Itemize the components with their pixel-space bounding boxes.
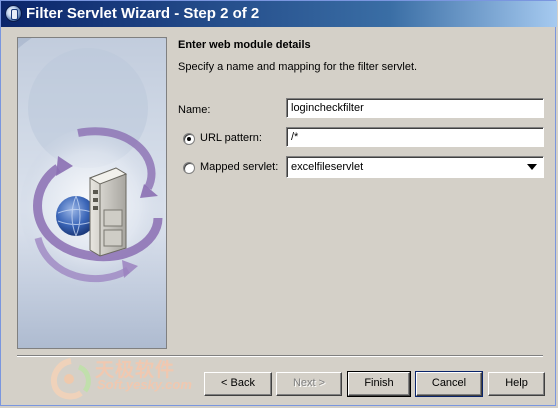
title-bar[interactable]: Filter Servlet Wizard - Step 2 of 2 — [1, 1, 557, 27]
cancel-button[interactable]: Cancel — [415, 371, 483, 397]
mapped-servlet-radio[interactable] — [183, 162, 195, 174]
url-pattern-radio[interactable] — [183, 133, 195, 145]
wizard-window: Filter Servlet Wizard - Step 2 of 2 Ente… — [0, 0, 557, 406]
back-button[interactable]: < Back — [204, 372, 272, 396]
help-button[interactable]: Help — [488, 372, 545, 396]
server-globe-illustration — [18, 38, 166, 288]
url-pattern-label[interactable]: URL pattern: — [200, 132, 262, 144]
mapped-servlet-value: excelfileservlet — [291, 161, 364, 173]
watermark-logo: 天极软件 Soft.yesky.com — [41, 353, 211, 405]
url-pattern-field[interactable]: /* — [286, 127, 544, 147]
chevron-down-icon[interactable] — [523, 159, 541, 175]
watermark-url: Soft.yesky.com — [97, 377, 192, 392]
app-icon[interactable] — [5, 5, 22, 22]
mapped-servlet-select[interactable]: excelfileservlet — [286, 156, 544, 178]
mapped-servlet-label[interactable]: Mapped servlet: — [200, 161, 278, 173]
name-field[interactable]: logincheckfilter — [286, 98, 544, 118]
section-heading: Enter web module details — [178, 39, 311, 51]
section-description: Specify a name and mapping for the filte… — [178, 61, 418, 73]
next-button[interactable]: Next > — [276, 372, 342, 396]
wizard-illustration — [17, 37, 167, 349]
name-label: Name: — [178, 104, 211, 116]
finish-button[interactable]: Finish — [347, 371, 411, 397]
watermark-swirl-icon — [51, 358, 91, 400]
window-title: Filter Servlet Wizard - Step 2 of 2 — [26, 5, 260, 22]
